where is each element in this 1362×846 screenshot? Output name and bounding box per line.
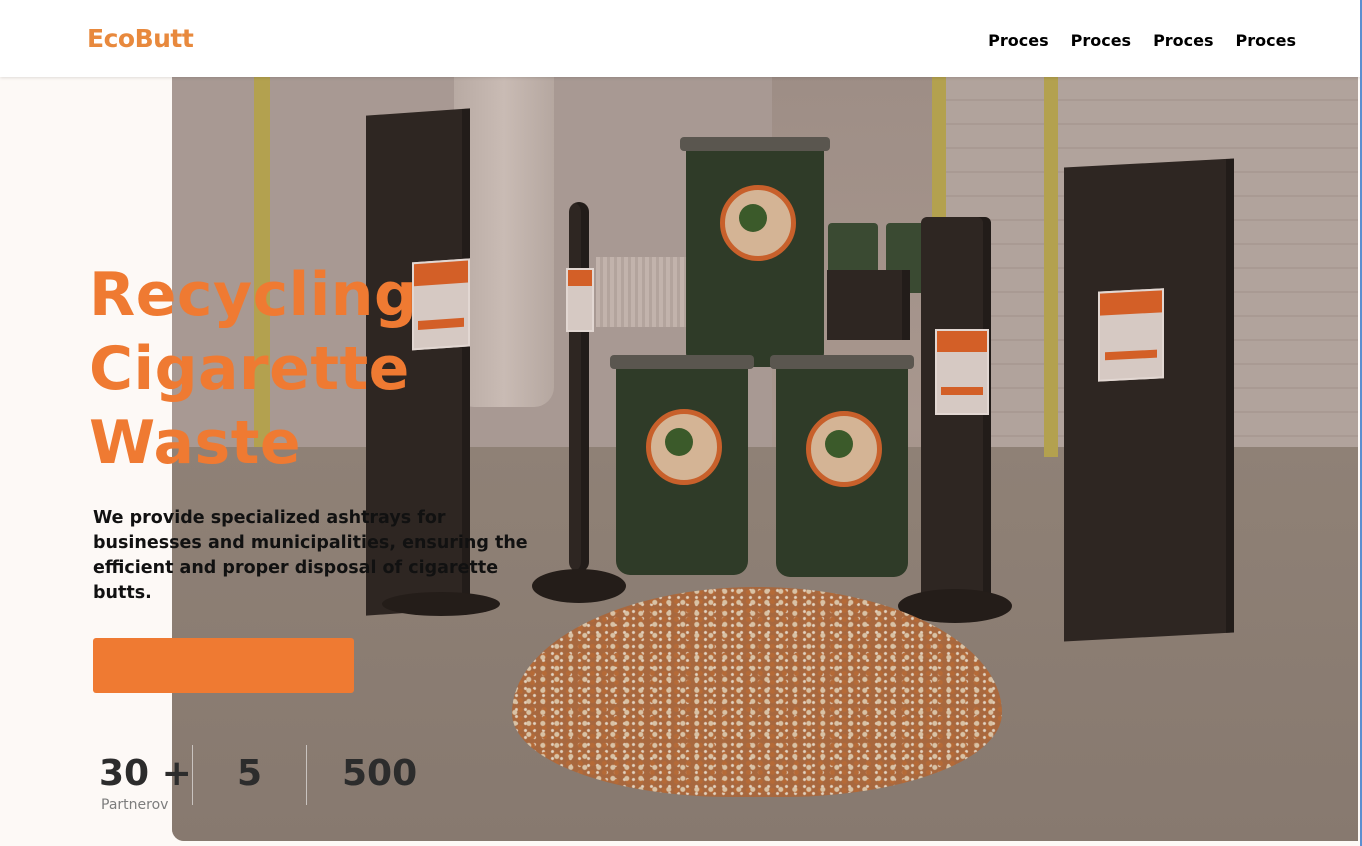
photo-pillar-ashtray bbox=[921, 217, 991, 617]
nav-link-proces-2[interactable]: Proces bbox=[1071, 31, 1131, 50]
hero-title-line: Recycling bbox=[89, 260, 418, 330]
stat-label: Partnerov bbox=[101, 797, 169, 813]
nav-link-proces-4[interactable]: Proces bbox=[1236, 31, 1296, 50]
photo-base bbox=[532, 569, 626, 603]
photo-pole-ashtray bbox=[566, 202, 594, 572]
photo-bin-lid bbox=[770, 355, 914, 369]
hero-title-line: Waste bbox=[89, 408, 302, 478]
photo-bin bbox=[610, 355, 754, 575]
stat-second: 5 bbox=[237, 752, 262, 796]
stat-divider bbox=[192, 745, 193, 805]
photo-bin-logo bbox=[646, 409, 722, 485]
photo-pillar bbox=[1044, 77, 1058, 457]
photo-bin-lid bbox=[610, 355, 754, 369]
stat-third: 500 bbox=[342, 752, 417, 796]
hero-title-line: Cigarette bbox=[89, 334, 410, 404]
stat-partners: 30 + Partnerov bbox=[99, 752, 192, 814]
site-header: EcoButt Proces Proces Proces Proces bbox=[0, 0, 1362, 77]
photo-sticker bbox=[566, 268, 594, 332]
stat-value: 5 bbox=[237, 753, 263, 794]
photo-sticker bbox=[1098, 288, 1164, 382]
stat-divider bbox=[306, 745, 307, 805]
main-nav: Proces Proces Proces Proces bbox=[988, 31, 1296, 50]
hero-description: We provide specialized ashtrays for busi… bbox=[93, 508, 528, 603]
hero-title: Recycling Cigarette Waste bbox=[89, 258, 449, 480]
nav-link-proces-1[interactable]: Proces bbox=[988, 31, 1048, 50]
stat-value: 500 bbox=[342, 753, 418, 794]
photo-bin-lid bbox=[680, 137, 830, 151]
photo-ashtray-stand bbox=[1064, 158, 1234, 642]
photo-bin-logo bbox=[806, 411, 882, 487]
photo-bin bbox=[770, 355, 914, 577]
photo-bin-logo bbox=[720, 185, 796, 261]
nav-link-proces-3[interactable]: Proces bbox=[1153, 31, 1213, 50]
stat-value: 30 + bbox=[99, 753, 192, 794]
brand-logo[interactable]: EcoButt bbox=[87, 24, 194, 53]
photo-sticker bbox=[935, 329, 989, 415]
photo-bin bbox=[680, 137, 830, 367]
cta-button[interactable] bbox=[93, 638, 354, 693]
photo-machine bbox=[827, 270, 910, 340]
